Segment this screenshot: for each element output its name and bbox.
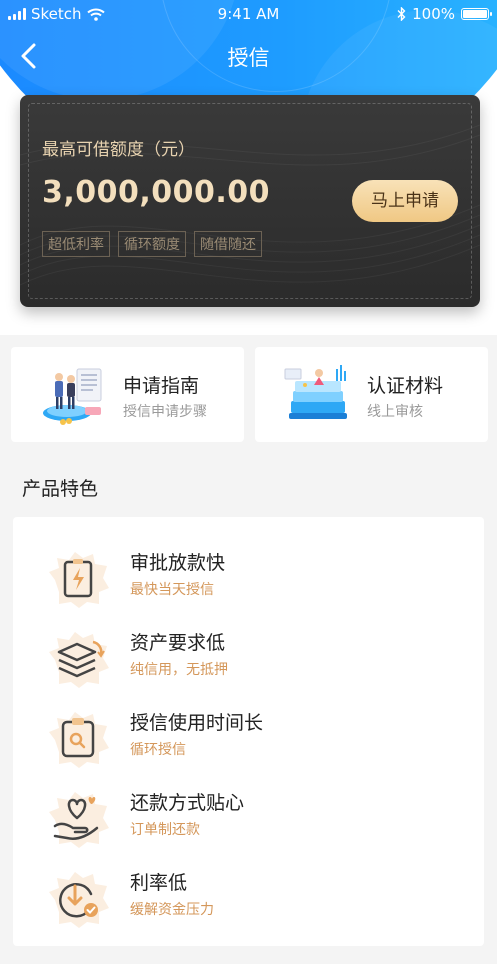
credit-limit-label: 最高可借额度（元） <box>42 140 195 160</box>
quick-link-guide-title: 申请指南 <box>123 375 200 397</box>
apply-now-button[interactable]: 马上申请 <box>352 180 458 222</box>
feature-title: 授信使用时间长 <box>130 712 264 734</box>
quick-link-materials-title: 认证材料 <box>367 375 444 397</box>
feature-subtitle: 最快当天授信 <box>130 582 214 598</box>
feature-subtitle: 循环授信 <box>130 742 186 758</box>
feature-title: 利率低 <box>130 872 188 894</box>
lightning-document-icon <box>49 552 109 608</box>
page-title: 授信 <box>227 46 270 70</box>
product-features-heading: 产品特色 <box>22 478 99 500</box>
feature-title: 资产要求低 <box>130 632 226 654</box>
tag-low-rate: 超低利率 <box>42 231 110 257</box>
list-item: 还款方式贴心 订单制还款 <box>13 785 484 855</box>
quick-link-guide[interactable]: 申请指南 授信申请步骤 <box>11 347 244 442</box>
feature-subtitle: 纯信用，无抵押 <box>130 662 228 678</box>
feature-title: 还款方式贴心 <box>130 792 245 814</box>
product-features-list: 审批放款快 最快当天授信 资产要求低 纯信用，无抵押 授信使用时间长 循环授信 <box>13 517 484 946</box>
battery-icon <box>461 8 492 20</box>
feature-subtitle: 订单制还款 <box>130 822 200 838</box>
stack-layers-icon <box>49 632 109 688</box>
status-bar: Sketch 9:41 AM 100% <box>0 0 497 28</box>
battery-percent: 100% <box>412 5 455 23</box>
down-arrow-check-icon <box>49 872 109 928</box>
tag-revolving: 循环额度 <box>118 231 186 257</box>
quick-link-materials[interactable]: 认证材料 线上审核 <box>255 347 488 442</box>
credit-limit-amount: 3,000,000.00 <box>42 175 271 210</box>
bluetooth-icon <box>397 7 406 21</box>
list-item: 资产要求低 纯信用，无抵押 <box>13 625 484 695</box>
materials-illustration <box>284 365 347 419</box>
feature-subtitle: 缓解资金压力 <box>130 902 214 918</box>
credit-limit-card: 最高可借额度（元） 3,000,000.00 马上申请 超低利率 循环额度 随借… <box>20 95 480 307</box>
list-item: 利率低 缓解资金压力 <box>13 865 484 935</box>
navbar: 授信 <box>0 36 497 76</box>
guide-illustration <box>43 368 102 425</box>
list-item: 审批放款快 最快当天授信 <box>13 545 484 615</box>
quick-link-guide-subtitle: 授信申请步骤 <box>123 404 207 420</box>
quick-link-materials-subtitle: 线上审核 <box>367 404 423 420</box>
clipboard-search-icon <box>49 712 109 768</box>
tag-flexible: 随借随还 <box>194 231 262 257</box>
list-item: 授信使用时间长 循环授信 <box>13 705 484 775</box>
feature-tags: 超低利率 循环额度 随借随还 <box>42 231 262 257</box>
feature-title: 审批放款快 <box>130 552 226 574</box>
heart-hand-icon <box>49 792 109 848</box>
